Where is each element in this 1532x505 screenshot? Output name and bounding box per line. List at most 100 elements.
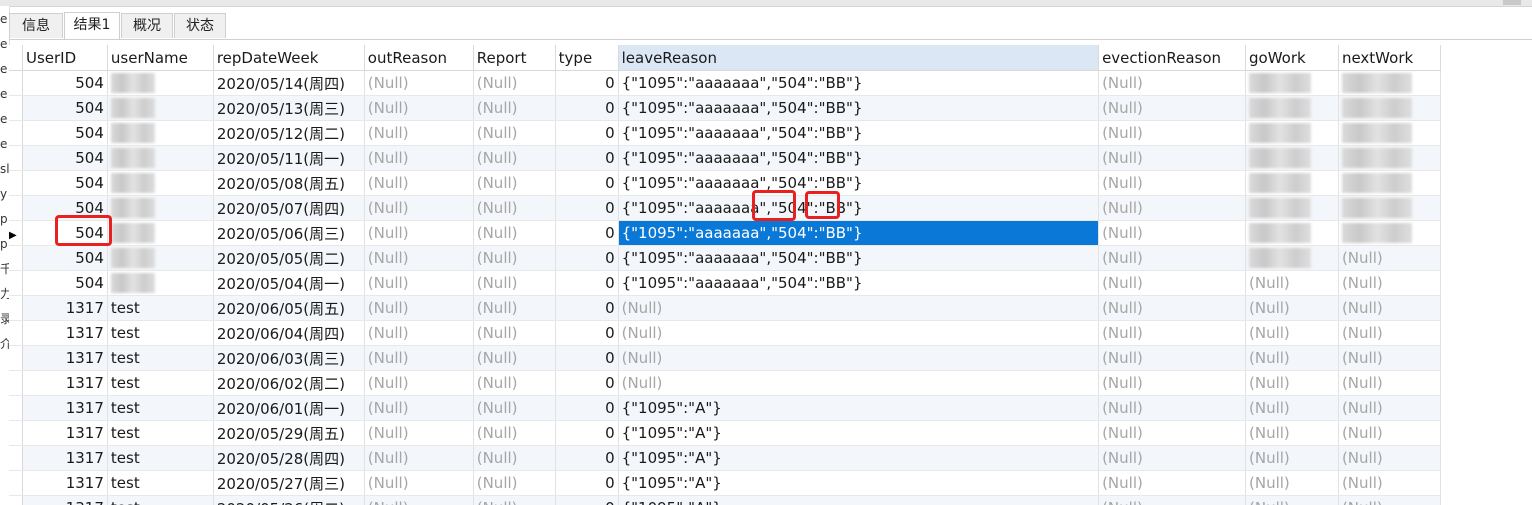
cell-type[interactable]: 0 [555,370,619,396]
cell-evectionreason[interactable]: (Null) [1098,420,1247,446]
cell-type[interactable]: 0 [555,320,619,346]
cell-gowork[interactable] [1245,245,1339,271]
cell-evectionreason[interactable]: (Null) [1098,495,1247,505]
column-header-username[interactable]: userName [107,45,214,71]
cell-gowork[interactable]: (Null) [1245,345,1339,371]
cell-evectionreason[interactable]: (Null) [1098,445,1247,471]
cell-outreason[interactable]: (Null) [364,170,474,196]
row-header[interactable] [9,195,24,221]
cell-username[interactable]: test [107,345,214,371]
cell-outreason[interactable]: (Null) [364,320,474,346]
row-header[interactable] [9,295,24,321]
cell-leavereason[interactable]: {"1095":"A"} [618,395,1100,421]
cell-nextwork[interactable]: (Null) [1338,370,1441,396]
cell-gowork[interactable]: (Null) [1245,320,1339,346]
cell-repdateweek[interactable]: 2020/06/05(周五) [213,295,365,321]
window-top-scrollbar[interactable] [0,0,1532,7]
cell-nextwork[interactable] [1338,145,1441,171]
cell-leavereason[interactable]: (Null) [618,370,1100,396]
cell-evectionreason[interactable]: (Null) [1098,370,1247,396]
cell-type[interactable]: 0 [555,245,619,271]
cell-repdateweek[interactable]: 2020/06/03(周三) [213,345,365,371]
cell-username[interactable] [107,245,214,271]
cell-leavereason[interactable]: {"1095":"aaaaaaa","504":"BB"} [618,95,1100,121]
cell-nextwork[interactable]: (Null) [1338,395,1441,421]
cell-report[interactable]: (Null) [473,420,556,446]
cell-gowork[interactable]: (Null) [1245,445,1339,471]
cell-nextwork[interactable] [1338,220,1441,246]
cell-gowork[interactable] [1245,145,1339,171]
cell-evectionreason[interactable]: (Null) [1098,245,1247,271]
cell-userid[interactable]: 504 [22,220,108,246]
table-row[interactable]: 1317 test 2020/05/28(周四) (Null) (Null) 0 {"109… [9,445,1441,471]
row-header[interactable] [9,470,24,496]
cell-nextwork[interactable]: (Null) [1338,345,1441,371]
cell-report[interactable]: (Null) [473,120,556,146]
column-header-type[interactable]: type [555,45,619,71]
column-header-outreason[interactable]: outReason [364,45,474,71]
cell-evectionreason[interactable]: (Null) [1098,120,1247,146]
cell-outreason[interactable]: (Null) [364,120,474,146]
cell-outreason[interactable]: (Null) [364,145,474,171]
cell-outreason[interactable]: (Null) [364,245,474,271]
cell-userid[interactable]: 1317 [22,495,108,505]
cell-repdateweek[interactable]: 2020/06/02(周二) [213,370,365,396]
cell-leavereason[interactable]: {"1095":"aaaaaaa","504":"BB"} [618,145,1100,171]
cell-evectionreason[interactable]: (Null) [1098,145,1247,171]
cell-repdateweek[interactable]: 2020/05/26(周二) [213,495,365,505]
cell-report[interactable]: (Null) [473,470,556,496]
cell-evectionreason[interactable]: (Null) [1098,170,1247,196]
cell-type[interactable]: 0 [555,95,619,121]
table-row[interactable]: 1317 test 2020/06/02(周二) (Null) (Null) 0 (Null… [9,370,1441,396]
cell-nextwork[interactable]: (Null) [1338,320,1441,346]
cell-type[interactable]: 0 [555,420,619,446]
cell-outreason[interactable]: (Null) [364,95,474,121]
cell-report[interactable]: (Null) [473,445,556,471]
cell-leavereason[interactable]: {"1095":"aaaaaaa","504":"BB"} [618,195,1100,221]
cell-nextwork[interactable]: (Null) [1338,295,1441,321]
column-header-userid[interactable]: UserID [22,45,108,71]
row-header[interactable] [9,170,24,196]
cell-evectionreason[interactable]: (Null) [1098,395,1247,421]
cell-leavereason[interactable]: (Null) [618,345,1100,371]
cell-username[interactable] [107,120,214,146]
cell-userid[interactable]: 1317 [22,470,108,496]
cell-report[interactable]: (Null) [473,145,556,171]
cell-nextwork[interactable]: (Null) [1338,420,1441,446]
cell-outreason[interactable]: (Null) [364,470,474,496]
table-row[interactable]: 1317 test 2020/06/01(周一) (Null) (Null) 0 {"109… [9,395,1441,421]
cell-userid[interactable]: 1317 [22,420,108,446]
cell-type[interactable]: 0 [555,345,619,371]
cell-userid[interactable]: 504 [22,195,108,221]
column-header-evectionreason[interactable]: evectionReason [1098,45,1247,71]
cell-type[interactable]: 0 [555,170,619,196]
cell-evectionreason[interactable]: (Null) [1098,70,1247,96]
row-header[interactable] [9,270,24,296]
table-row[interactable]: 504 2020/05/08(周五) (Null) (Null) 0 {"1095":"a… [9,170,1441,196]
cell-evectionreason[interactable]: (Null) [1098,220,1247,246]
cell-username[interactable]: test [107,320,214,346]
cell-userid[interactable]: 1317 [22,370,108,396]
cell-username[interactable]: test [107,420,214,446]
cell-outreason[interactable]: (Null) [364,220,474,246]
table-row[interactable]: 1317test2020/05/26(周二)(Null)(Null)0{"109… [9,495,1441,505]
cell-evectionreason[interactable]: (Null) [1098,95,1247,121]
row-header[interactable] [9,370,24,396]
row-header[interactable] [9,95,24,121]
tab-info[interactable]: 信息 [9,13,63,38]
column-header-nextwork[interactable]: nextWork [1338,45,1441,71]
cell-leavereason[interactable]: {"1095":"aaaaaaa","504":"BB"} [618,120,1100,146]
cell-nextwork[interactable]: (Null) [1338,445,1441,471]
table-row[interactable]: 504 2020/05/12(周二) (Null) (Null) 0 {"1095":"a… [9,120,1441,146]
tab-status[interactable]: 状态 [174,13,226,38]
cell-repdateweek[interactable]: 2020/05/08(周五) [213,170,365,196]
cell-repdateweek[interactable]: 2020/05/06(周三) [213,220,365,246]
cell-report[interactable]: (Null) [473,170,556,196]
cell-leavereason[interactable]: (Null) [618,320,1100,346]
table-row[interactable]: 504 2020/05/05(周二) (Null) (Null) 0 {"1095":"a… [9,245,1441,271]
cell-gowork[interactable]: (Null) [1245,420,1339,446]
cell-userid[interactable]: 1317 [22,295,108,321]
cell-userid[interactable]: 1317 [22,345,108,371]
cell-type[interactable]: 0 [555,270,619,296]
cell-outreason[interactable]: (Null) [364,195,474,221]
